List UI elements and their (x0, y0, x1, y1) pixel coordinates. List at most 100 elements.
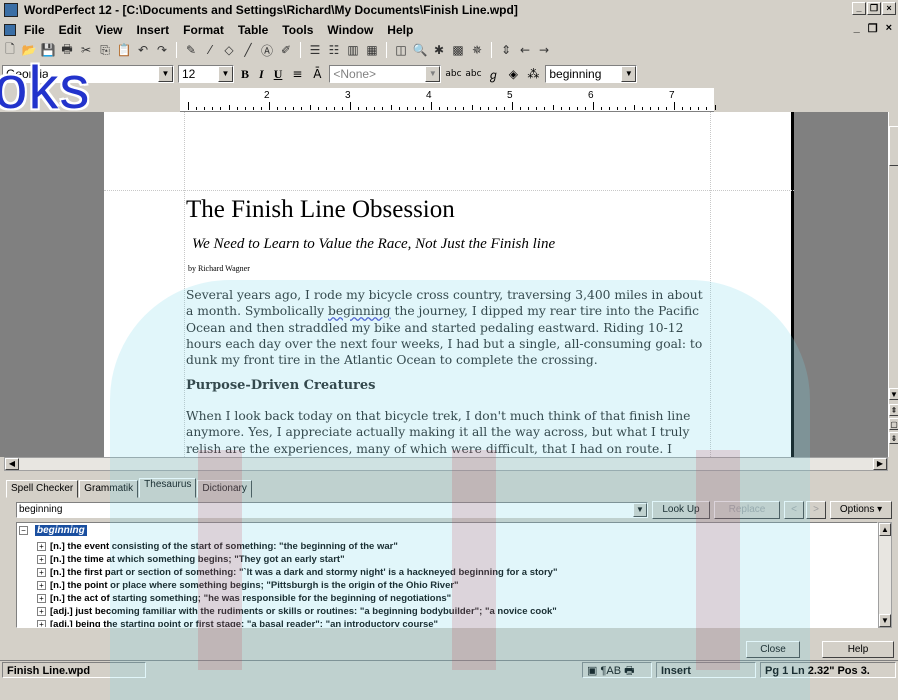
thesaurus-word-input[interactable]: beginning ▼ (16, 502, 648, 518)
tab-spell-checker[interactable]: Spell Checker (6, 480, 79, 498)
draw-line-icon[interactable]: ╱ (240, 43, 256, 57)
underline-button[interactable]: U (271, 67, 286, 82)
help-button[interactable]: Help (822, 641, 894, 658)
close-button[interactable]: × (882, 2, 896, 15)
expand-icon[interactable]: + (37, 542, 46, 551)
root-word-node[interactable]: − beginning (19, 525, 87, 536)
definition-item[interactable]: + [n.] the time at which something begins… (37, 554, 345, 565)
menu-window[interactable]: Window (327, 23, 373, 37)
expand-icon[interactable]: + (37, 607, 46, 616)
scroll-down-icon[interactable]: ▼ (889, 388, 898, 400)
chevron-down-icon[interactable]: ▼ (621, 66, 637, 82)
expand-icon[interactable]: + (37, 568, 46, 577)
save-icon[interactable]: 💾 (40, 43, 56, 57)
new-icon[interactable]: 🗋 (2, 40, 18, 61)
minimize-button[interactable]: _ (852, 2, 866, 15)
prompt-as-you-go-icon[interactable]: ℊ (485, 66, 501, 83)
grid-icon[interactable]: ▩ (450, 43, 466, 57)
printer-icon[interactable]: 🖶 (624, 665, 634, 677)
replace-button[interactable]: Replace (714, 501, 780, 519)
definition-item[interactable]: + [adj.] being the starting point or firs… (37, 619, 438, 627)
menu-edit[interactable]: Edit (59, 23, 82, 37)
restore-button[interactable]: ❐ (867, 2, 881, 15)
font-combo[interactable]: Georgia ▼ (2, 65, 174, 83)
menu-insert[interactable]: Insert (136, 23, 169, 37)
document-icon[interactable]: ▣ (587, 665, 597, 677)
highlight-icon[interactable]: ✎ (183, 43, 199, 57)
pen-icon[interactable]: ✐ (278, 43, 294, 57)
browse-icon[interactable]: ▢ (889, 418, 898, 430)
zoom-icon[interactable]: 🔍 (412, 43, 428, 57)
tab-grammatik[interactable]: Grammatik (79, 480, 139, 498)
shadow-icon[interactable]: ⁂ (525, 67, 541, 81)
undo-icon[interactable]: ↶ (135, 43, 151, 57)
scroll-left-icon[interactable]: ◀ (5, 458, 19, 470)
close-panel-button[interactable]: Close (746, 641, 800, 658)
expand-icon[interactable]: + (37, 620, 46, 627)
font-color-icon[interactable]: Ā (309, 67, 325, 81)
expand-icon[interactable]: + (37, 594, 46, 603)
next-page-icon[interactable]: ⇟ (889, 432, 898, 444)
previous-page-icon[interactable]: ⇞ (889, 404, 898, 416)
thesaurus-results[interactable]: − beginning + [n.] the event consisting o… (16, 522, 878, 628)
numbering-icon[interactable]: ☷ (326, 43, 342, 57)
bullets-icon[interactable]: ☰ (307, 43, 323, 57)
menu-tools[interactable]: Tools (282, 23, 313, 37)
spell-as-you-go-icon[interactable]: abc (445, 69, 461, 79)
wordperfect-app-icon[interactable] (4, 3, 18, 17)
line-icon[interactable]: ⁄ (202, 43, 218, 57)
back-arrow-icon[interactable]: ← (517, 43, 533, 57)
shape-icon[interactable]: ◇ (221, 43, 237, 57)
definition-item[interactable]: + [n.] the act of starting something; "he… (37, 593, 451, 604)
chevron-down-icon[interactable]: ▼ (158, 66, 173, 82)
definition-item[interactable]: + [n.] the event consisting of the start … (37, 541, 398, 552)
scroll-down-icon[interactable]: ▼ (879, 614, 891, 627)
grammar-as-you-go-icon[interactable]: abc (465, 69, 481, 79)
results-scrollbar[interactable]: ▲ ▼ (878, 522, 892, 628)
forward-arrow-icon[interactable]: → (536, 43, 552, 57)
definition-item[interactable]: + [n.] the first part or section of somet… (37, 567, 557, 578)
symbol-icon[interactable]: ✱ (431, 43, 447, 57)
scroll-right-icon[interactable]: ▶ (873, 458, 887, 470)
doc-restore-button[interactable]: ❐ (868, 22, 878, 35)
style-combo[interactable]: <None> ▼ (329, 65, 442, 83)
table-icon[interactable]: ▦ (364, 43, 380, 57)
view-icon[interactable]: ◫ (393, 43, 409, 57)
expand-icon[interactable]: + (37, 581, 46, 590)
status-position[interactable]: Pg 1 Ln 2.32" Pos 3. (760, 662, 896, 678)
text-mode-icon[interactable]: ¶AB (600, 665, 621, 677)
navigate-icon[interactable]: ⇕ (498, 43, 514, 57)
menu-view[interactable]: View (95, 23, 122, 37)
chevron-down-icon[interactable]: ▼ (218, 66, 233, 82)
redo-icon[interactable]: ↷ (154, 43, 170, 57)
look-up-button[interactable]: Look Up (652, 501, 710, 519)
tab-dictionary[interactable]: Dictionary (197, 480, 252, 498)
scroll-up-icon[interactable]: ▲ (879, 523, 891, 536)
columns-icon[interactable]: ▥ (345, 43, 361, 57)
document-area[interactable]: The Finish Line Obsession We Need to Lea… (0, 112, 888, 457)
print-icon[interactable]: 🖶 (59, 40, 75, 61)
chevron-down-icon[interactable]: ▼ (425, 66, 441, 82)
copy-icon[interactable]: ⎘ (97, 43, 113, 58)
definition-item[interactable]: + [adj.] just becoming familiar with the … (37, 606, 557, 617)
menu-file[interactable]: File (24, 23, 45, 37)
misspelled-word[interactable]: beginning (328, 304, 391, 318)
doc-minimize-button[interactable]: _ (854, 22, 860, 35)
vertical-scrollbar[interactable]: ▼ ⇞ ▢ ⇟ (888, 112, 898, 457)
options-button[interactable]: Options ▾ (830, 501, 892, 519)
italic-button[interactable]: I (256, 67, 267, 82)
horizontal-scrollbar[interactable]: ◀ ▶ (4, 457, 888, 471)
tab-thesaurus[interactable]: Thesaurus (139, 478, 197, 498)
macro-icon[interactable]: ✵ (469, 43, 485, 57)
document-page[interactable]: The Finish Line Obsession We Need to Lea… (104, 112, 794, 457)
chevron-down-icon[interactable]: ▼ (633, 503, 647, 517)
scrollbar-thumb[interactable] (889, 126, 898, 166)
paste-icon[interactable]: 📋 (116, 43, 132, 57)
collapse-icon[interactable]: − (19, 526, 28, 535)
expand-icon[interactable]: + (37, 555, 46, 564)
search-combo[interactable]: beginning ▼ (545, 65, 638, 83)
fill-icon[interactable]: ◈ (505, 67, 521, 81)
back-button[interactable]: < (784, 501, 804, 519)
definition-item[interactable]: + [n.] the point or place where something… (37, 580, 459, 591)
text-box-icon[interactable]: Ⓐ (259, 42, 275, 59)
